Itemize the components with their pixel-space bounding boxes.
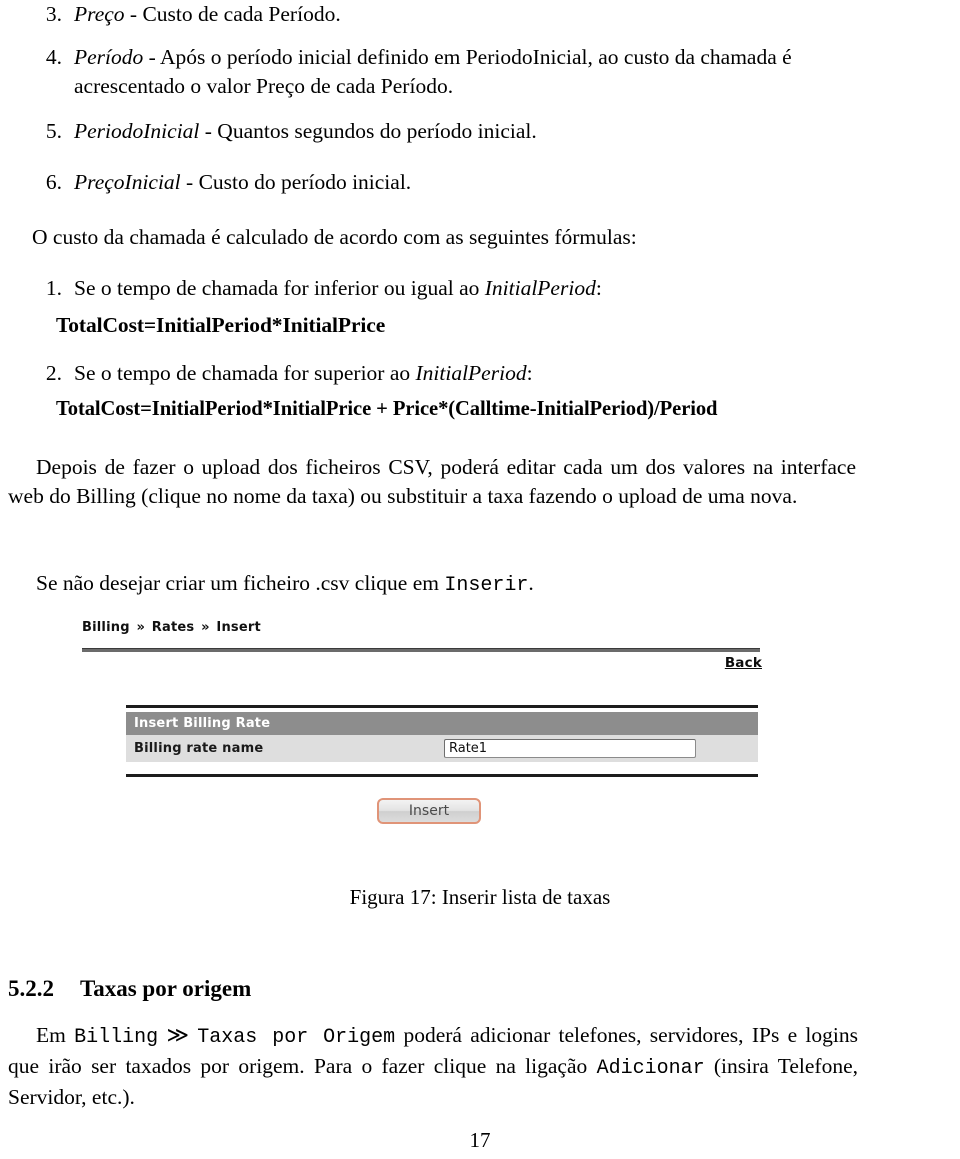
table-row: Billing rate name xyxy=(126,735,758,762)
section-body-pre: Em xyxy=(36,1023,75,1047)
breadcrumb-item-rates[interactable]: Rates xyxy=(152,620,195,635)
billing-rate-name-input[interactable] xyxy=(444,739,696,758)
document-page: 3. Preço - Custo de cada Período. 4. Per… xyxy=(0,0,960,1159)
breadcrumb-item-insert[interactable]: Insert xyxy=(216,620,260,635)
billing-rate-name-cell xyxy=(442,735,758,762)
formula-tail: : xyxy=(595,276,602,300)
section-number: 5.2.2 xyxy=(8,976,54,1001)
breadcrumb-item-billing[interactable]: Billing xyxy=(82,620,130,635)
formula-term: InitialPeriod xyxy=(484,276,596,300)
list-item-body: PreçoInicial - Custo do período inicial. xyxy=(74,168,928,197)
section-body-code-taxas-por-origem: Taxas por Origem xyxy=(197,1026,396,1049)
list-item-number: 3. xyxy=(45,2,62,26)
list-item-term: Período xyxy=(74,45,144,69)
table-header-label: Insert Billing Rate xyxy=(126,712,758,735)
list-item-body: Se o tempo de chamada for superior ao In… xyxy=(74,359,928,388)
list-item-body: Preço - Custo de cada Período. xyxy=(74,0,928,29)
upload-note-paragraph: Depois de fazer o upload dos ficheiros C… xyxy=(8,455,856,508)
insert-button[interactable]: Insert xyxy=(377,798,481,824)
list-item-text: - Custo do período inicial. xyxy=(180,170,412,194)
list-item-body: Se o tempo de chamada for inferior ou ig… xyxy=(74,274,928,303)
list-item-number: 4. xyxy=(45,45,62,69)
list-item: 1. Se o tempo de chamada for inferior ou… xyxy=(28,274,928,303)
header-divider xyxy=(82,648,760,652)
formula-lead: Se o tempo de chamada for inferior ou ig… xyxy=(74,276,485,300)
figure-caption: Figura 17: Inserir lista de taxas xyxy=(0,885,960,910)
insert-billing-rate-table: Insert Billing Rate Billing rate name xyxy=(126,712,758,762)
back-link[interactable]: Back xyxy=(725,655,762,671)
insert-note-code: Inserir xyxy=(444,574,529,597)
table-bottom-divider xyxy=(126,774,758,777)
section-heading: 5.2.2 Taxas por origem xyxy=(8,976,251,1002)
list-item-number: 1. xyxy=(45,276,62,300)
formula-equation: TotalCost=InitialPeriod*InitialPrice + P… xyxy=(56,398,718,420)
insert-note-post: . xyxy=(528,571,534,595)
table-top-divider xyxy=(126,705,758,708)
list-item-number: 6. xyxy=(45,170,62,194)
list-item: 4. Período - Após o período inicial defi… xyxy=(28,43,880,101)
list-item-text: - Após o período inicial definido em Per… xyxy=(74,45,792,98)
breadcrumb-separator-icon: » xyxy=(201,620,210,635)
breadcrumb: Billing » Rates » Insert xyxy=(82,620,261,635)
section-body-paragraph: Em Billing ≫ Taxas por Origem poderá adi… xyxy=(8,1021,858,1112)
list-item: 5. PeriodoInicial - Quantos segundos do … xyxy=(28,117,928,146)
breadcrumb-separator-icon: » xyxy=(136,620,146,635)
table-header-row: Insert Billing Rate xyxy=(126,712,758,735)
insert-note-paragraph: Se não desejar criar um ficheiro .csv cl… xyxy=(36,569,916,600)
section-title: Taxas por origem xyxy=(80,976,252,1001)
list-item-term: Preço xyxy=(74,2,125,26)
figure-caption-label: Figura 17: xyxy=(349,885,437,909)
formula-equation: TotalCost=InitialPeriod*InitialPrice xyxy=(56,313,386,337)
list-item-text: - Quantos segundos do período inicial. xyxy=(199,119,537,143)
list-item-number: 5. xyxy=(45,119,62,143)
list-item-term: PreçoInicial xyxy=(74,170,181,194)
list-item-body: PeriodoInicial - Quantos segundos do per… xyxy=(74,117,928,146)
formula-term: InitialPeriod xyxy=(415,361,527,385)
formula-lead: Se o tempo de chamada for superior ao xyxy=(74,361,416,385)
figure-caption-text: Inserir lista de taxas xyxy=(441,885,611,909)
list-item: 6. PreçoInicial - Custo do período inici… xyxy=(28,168,928,197)
billing-rate-name-label: Billing rate name xyxy=(126,735,442,762)
section-body-separator-icon: ≫ xyxy=(166,1023,189,1047)
list-item-term: PeriodoInicial xyxy=(74,119,200,143)
list-item-body: Período - Após o período inicial definid… xyxy=(74,43,880,101)
insert-note-pre: Se não desejar criar um ficheiro .csv cl… xyxy=(36,571,445,595)
formula-tail: : xyxy=(526,361,533,385)
section-body-code-billing: Billing xyxy=(74,1026,159,1049)
section-body-code-adicionar: Adicionar xyxy=(596,1057,705,1080)
list-item-number: 2. xyxy=(45,361,62,385)
list-item: 2. Se o tempo de chamada for superior ao… xyxy=(28,359,928,388)
formulas-intro: O custo da chamada é calculado de acordo… xyxy=(32,225,637,249)
list-item: 3. Preço - Custo de cada Período. xyxy=(28,0,928,29)
billing-insert-rate-screenshot: Billing » Rates » Insert Back Insert Bil… xyxy=(80,612,780,852)
page-number: 17 xyxy=(469,1128,491,1152)
list-item-text: - Custo de cada Período. xyxy=(124,2,341,26)
